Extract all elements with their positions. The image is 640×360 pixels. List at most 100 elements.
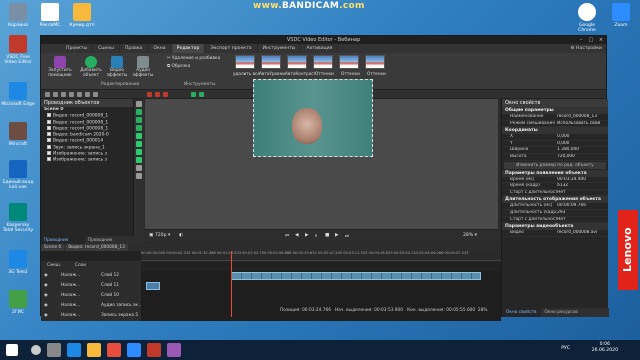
pen-tool-icon[interactable] <box>136 165 142 171</box>
zoom-taskbar-icon[interactable] <box>127 343 141 357</box>
track-area[interactable] <box>141 291 501 301</box>
tab-edit[interactable]: Правка <box>120 44 149 53</box>
text-tool-icon[interactable] <box>136 109 142 115</box>
video-tool-icon[interactable] <box>136 133 142 139</box>
track-label[interactable]: ◉ Налож... Аудио запись эк... <box>41 301 141 311</box>
language-indicator[interactable]: РУС <box>561 346 570 351</box>
tab-objects-explorer[interactable]: Проводник объе... <box>41 236 85 250</box>
step-back-button[interactable]: ◀ <box>295 233 299 238</box>
crop-tool[interactable]: ⧉ Обрезка <box>167 64 190 70</box>
prop-row[interactable]: Высота 720,000 <box>502 154 608 161</box>
timeline-track[interactable]: ◉ Налож... Слой 11 <box>41 281 501 291</box>
track-label[interactable]: ◉ Налож... Слой 11 <box>41 281 141 291</box>
undo-icon[interactable] <box>53 92 58 97</box>
desktop-icon-kumir[interactable]: Кумир.дтп <box>65 3 99 28</box>
video-effects-button[interactable]: Видео эффекты <box>105 55 129 79</box>
desktop-icon-2gis[interactable]: 2ГИС <box>1 290 35 315</box>
prop-row[interactable]: Длительность (мс) 00:00:09.766 <box>502 203 608 210</box>
list-item[interactable]: Изображение: запись з <box>41 157 133 163</box>
vsdc-taskbar-icon[interactable] <box>147 343 161 357</box>
prop-row[interactable]: Y 0,000 <box>502 141 608 148</box>
image-tool-icon[interactable] <box>136 125 142 131</box>
desktop-icon-reklams[interactable]: РеклаМС <box>33 3 67 28</box>
track-label[interactable]: ◉ Налож... Слой 12 <box>41 271 141 281</box>
style-thumb-tint-3[interactable] <box>365 55 385 69</box>
pointer-tool-icon[interactable] <box>136 101 142 107</box>
track-blend[interactable]: Налож... <box>61 293 80 298</box>
tab-scenes[interactable]: Сцены <box>93 44 120 53</box>
prop-row[interactable]: Старт с длительностьюНет <box>502 217 608 224</box>
shape-tool-icon[interactable] <box>136 117 142 123</box>
timeline-track[interactable]: ◉ Налож... Слой 10 <box>41 291 501 301</box>
track-blend[interactable]: Налож... <box>61 283 80 288</box>
prop-row[interactable]: Время (мс) 00:03:24.400 <box>502 177 608 184</box>
tab-resources[interactable]: Окно ресурсов <box>541 308 582 317</box>
quality-select[interactable]: ▣ 720p ▾ <box>149 233 170 238</box>
desktop-icon-recycle-bin[interactable]: Корзина <box>1 3 35 28</box>
add-object-button[interactable]: Добавить объект <box>79 55 103 79</box>
checkbox[interactable] <box>47 157 51 162</box>
desktop-icon-single-login[interactable]: Единый вход kali нак <box>1 160 35 190</box>
edge-taskbar-icon[interactable] <box>67 343 81 357</box>
checkbox[interactable] <box>47 119 51 124</box>
resize-to-parent-button[interactable]: Изменить размер по род. объекту <box>504 161 606 169</box>
section-general[interactable]: Общие параметры <box>502 107 608 114</box>
prop-row[interactable]: X 0,000 <box>502 134 608 141</box>
zoom-tool-icon[interactable] <box>136 173 142 179</box>
tab-export[interactable]: Экспорт проекта <box>205 44 258 53</box>
visibility-icon[interactable]: ◉ <box>44 301 48 311</box>
visibility-icon[interactable]: ◉ <box>44 281 48 291</box>
checkbox[interactable] <box>47 132 51 137</box>
playback-zoom-select[interactable]: 28% ▾ <box>463 233 477 238</box>
step-forward-button[interactable]: ▶ <box>335 233 339 238</box>
wizard-button[interactable]: Запустить помощник <box>45 55 75 79</box>
style-thumb-autocontrast[interactable] <box>287 55 307 69</box>
audio-tool-icon[interactable] <box>136 141 142 147</box>
track-label[interactable]: ◉ Налож... Запись экрана 5 <box>41 311 141 321</box>
style-thumb-tint-1[interactable] <box>313 55 333 69</box>
desktop-icon-zoom[interactable]: Zoom <box>604 3 638 28</box>
minimize-button[interactable]: – <box>576 36 586 44</box>
checkbox[interactable] <box>47 138 51 143</box>
prop-row[interactable]: Режим смешивания Использовать свой <box>502 121 608 128</box>
search-icon[interactable] <box>31 345 41 355</box>
visibility-icon[interactable]: ◉ <box>44 271 48 281</box>
desktop-icon-minecraft[interactable]: Mincraft <box>1 122 35 147</box>
tab-windows[interactable]: Окна <box>148 44 172 53</box>
style-thumb-autolevels[interactable] <box>261 55 281 69</box>
copy-icon[interactable] <box>77 92 82 97</box>
paste-icon[interactable] <box>85 92 90 97</box>
delete-icon[interactable] <box>93 92 98 97</box>
redo-icon[interactable] <box>61 92 66 97</box>
image-clip[interactable] <box>146 282 160 290</box>
section-video-params[interactable]: Параметры видеообъекта <box>502 223 608 231</box>
chrome-taskbar-icon[interactable] <box>107 343 121 357</box>
section-coordinates[interactable]: Координаты <box>502 127 608 135</box>
split-tool[interactable]: ✂ Удаление и разбивка <box>167 56 220 62</box>
layer-down-icon[interactable] <box>199 92 204 97</box>
track-blend[interactable]: Налож... <box>61 273 80 278</box>
tab-editor[interactable]: Редактор <box>171 44 206 53</box>
play-button[interactable]: ▶ <box>305 233 309 238</box>
prop-row[interactable]: Длительность (кадр) 293 <box>502 210 608 217</box>
prop-row[interactable]: Наименование record_000008_13 <box>502 114 608 121</box>
tab-properties[interactable]: Окно свойств <box>502 308 541 317</box>
tab-activation[interactable]: Активация <box>301 44 339 53</box>
align-left-icon[interactable] <box>147 92 152 97</box>
audio-effects-button[interactable]: Аудио эффекты <box>131 55 155 79</box>
tab-tools[interactable]: Инструменты <box>258 44 302 53</box>
checkbox[interactable] <box>47 144 51 149</box>
prop-row[interactable]: Ширина 1 280,000 <box>502 147 608 154</box>
tab-video-object[interactable]: Видео: record_000008_13 <box>65 244 128 251</box>
timeline-ruler[interactable]: 00:00:00.000 00:00:02.233 00:01:32.366 0… <box>141 251 501 261</box>
track-blend[interactable]: Налож... <box>61 313 80 318</box>
desktop-icon-edge[interactable]: Microsoft Edge <box>1 82 35 107</box>
bandicam-taskbar-icon[interactable] <box>167 343 181 357</box>
track-area[interactable] <box>141 271 501 281</box>
stop-button[interactable]: ■ <box>325 233 329 238</box>
desktop-icon-kaspersky[interactable]: Kaspersky Total Security <box>1 203 35 233</box>
checkbox[interactable] <box>47 125 51 130</box>
explorer-taskbar-icon[interactable] <box>87 343 101 357</box>
desktop-icon-chrome[interactable]: Google Chrome <box>570 3 604 33</box>
track-blend[interactable]: Налож... <box>61 303 80 308</box>
